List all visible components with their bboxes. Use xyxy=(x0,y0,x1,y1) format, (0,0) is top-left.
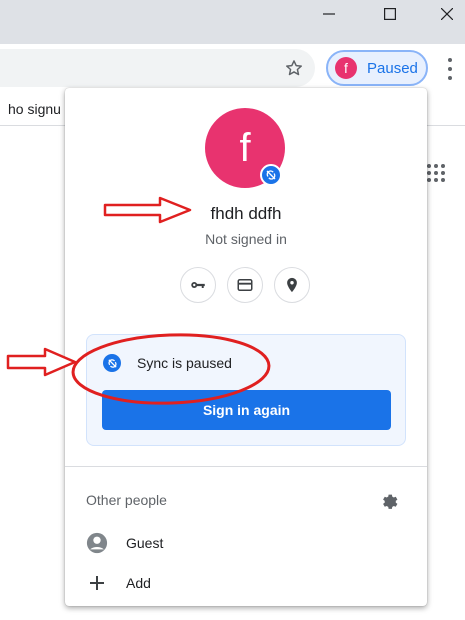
browser-menu-button[interactable] xyxy=(442,56,458,82)
profile-chip-button[interactable]: f Paused xyxy=(326,50,428,86)
sync-off-icon xyxy=(266,170,276,180)
minimize-icon xyxy=(323,13,335,15)
sync-status-label: Sync is paused xyxy=(137,355,232,371)
maximize-icon xyxy=(384,8,396,20)
profile-chip-label: Paused xyxy=(367,59,418,77)
sync-off-badge-icon xyxy=(260,164,282,186)
location-pin-icon xyxy=(287,277,297,293)
toolbar: f Paused xyxy=(0,44,465,92)
maximize-button[interactable] xyxy=(367,0,413,28)
title-bar xyxy=(0,0,465,44)
payment-methods-button[interactable] xyxy=(227,267,263,303)
sync-status-card: Sync is paused Sign in again xyxy=(86,334,406,446)
divider xyxy=(65,466,427,467)
profile-name: fhdh ddfh xyxy=(210,204,282,223)
other-people-heading: Other people xyxy=(86,492,167,508)
apps-grid-icon[interactable] xyxy=(427,164,445,182)
guest-label: Guest xyxy=(126,535,164,551)
profile-menu-popup: f fhdh ddfh Not signed in Sync is paused… xyxy=(65,88,427,606)
gear-icon xyxy=(383,494,398,509)
addresses-button[interactable] xyxy=(274,267,310,303)
dot xyxy=(448,75,452,80)
bookmark-item[interactable]: ho signu xyxy=(8,101,61,117)
add-profile-item[interactable]: Add xyxy=(65,564,427,602)
address-bar[interactable] xyxy=(0,49,315,87)
profile-chip-avatar: f xyxy=(335,57,357,79)
person-circle-icon xyxy=(86,532,108,554)
passwords-button[interactable] xyxy=(180,267,216,303)
sync-paused-icon xyxy=(103,354,121,372)
credit-card-icon xyxy=(237,279,253,291)
profile-status: Not signed in xyxy=(205,231,287,247)
minimize-button[interactable] xyxy=(306,0,352,28)
manage-people-button[interactable] xyxy=(378,489,400,511)
close-button[interactable] xyxy=(424,0,465,28)
sign-in-again-button[interactable]: Sign in again xyxy=(102,390,391,430)
add-label: Add xyxy=(126,575,151,591)
close-icon xyxy=(441,8,453,20)
key-icon xyxy=(191,282,205,288)
plus-icon xyxy=(86,572,108,594)
bookmark-star-button[interactable] xyxy=(281,55,307,81)
guest-profile-item[interactable]: Guest xyxy=(65,524,427,562)
sync-off-glyph-icon xyxy=(107,358,117,368)
browser-window: f Paused ho signu f fhdh ddfh Not signed… xyxy=(0,0,465,620)
star-icon xyxy=(286,60,302,76)
dot xyxy=(448,66,452,71)
vertical-dots-icon xyxy=(448,58,452,63)
